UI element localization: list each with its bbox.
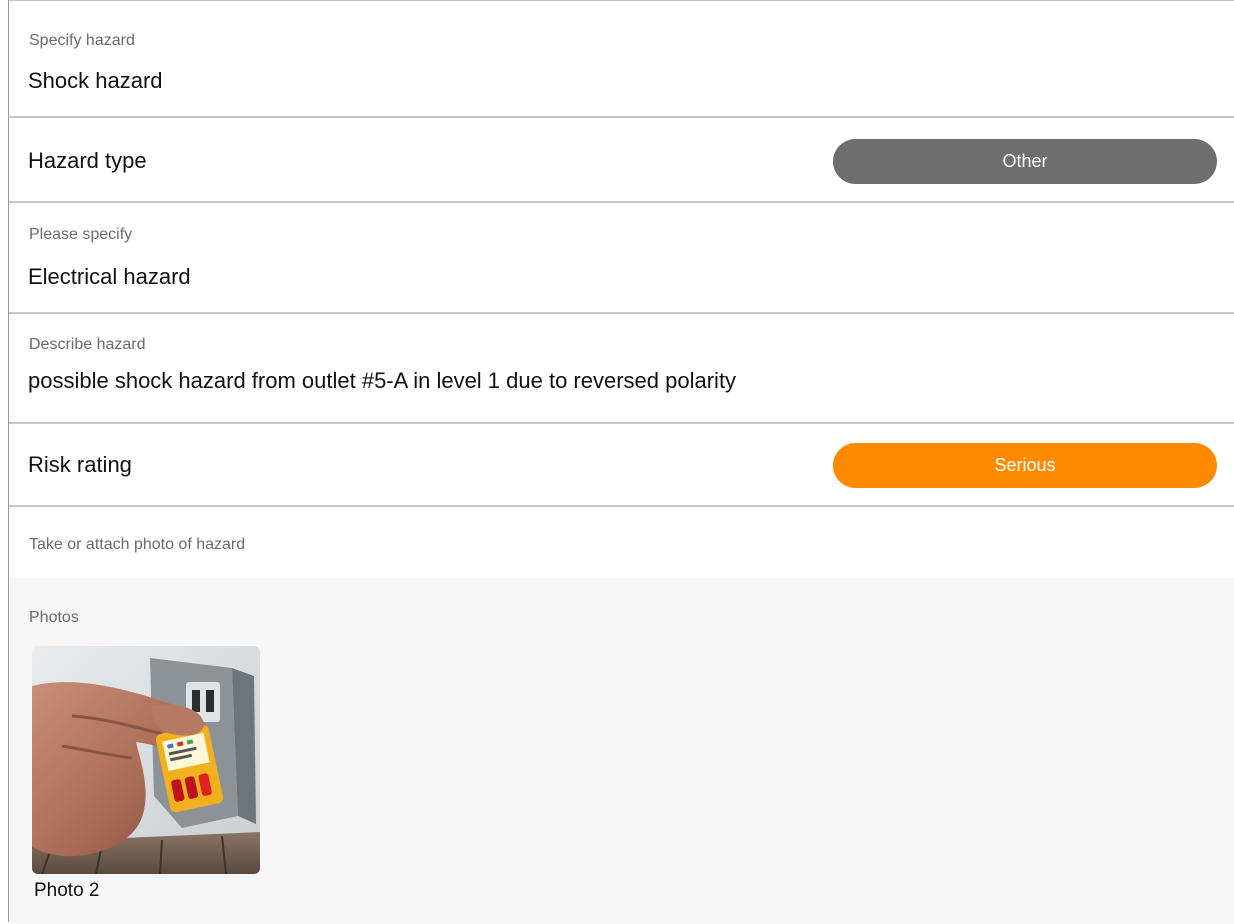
please-specify-value[interactable]: Electrical hazard (28, 264, 191, 290)
risk-rating-field: Risk rating Serious (9, 422, 1234, 505)
describe-hazard-value[interactable]: possible shock hazard from outlet #5-A i… (28, 368, 736, 394)
risk-rating-label: Risk rating (28, 452, 132, 477)
describe-hazard-field[interactable]: Describe hazard possible shock hazard fr… (9, 312, 1234, 422)
photos-label: Photos (29, 609, 79, 626)
hazard-type-field: Hazard type Other (9, 116, 1234, 201)
please-specify-label: Please specify (29, 226, 133, 243)
photo-thumbnail[interactable] (32, 646, 260, 874)
risk-rating-selector[interactable]: Serious (833, 443, 1217, 488)
photos-section: Photos Photo 2 (9, 578, 1234, 924)
hazard-photo-image (32, 646, 260, 874)
specify-hazard-field[interactable]: Specify hazard Shock hazard (9, 0, 1234, 116)
attach-photo-field[interactable]: Take or attach photo of hazard (9, 505, 1234, 578)
hazard-type-label: Hazard type (28, 148, 147, 173)
describe-hazard-label: Describe hazard (29, 336, 146, 353)
attach-photo-label[interactable]: Take or attach photo of hazard (29, 536, 245, 554)
hazard-form: Specify hazard Shock hazard Hazard type … (8, 0, 1234, 924)
hazard-type-selector[interactable]: Other (833, 139, 1217, 184)
specify-hazard-label: Specify hazard (29, 32, 135, 49)
photo-caption: Photo 2 (34, 880, 100, 901)
specify-hazard-value[interactable]: Shock hazard (28, 68, 163, 94)
please-specify-field[interactable]: Please specify Electrical hazard (9, 201, 1234, 312)
